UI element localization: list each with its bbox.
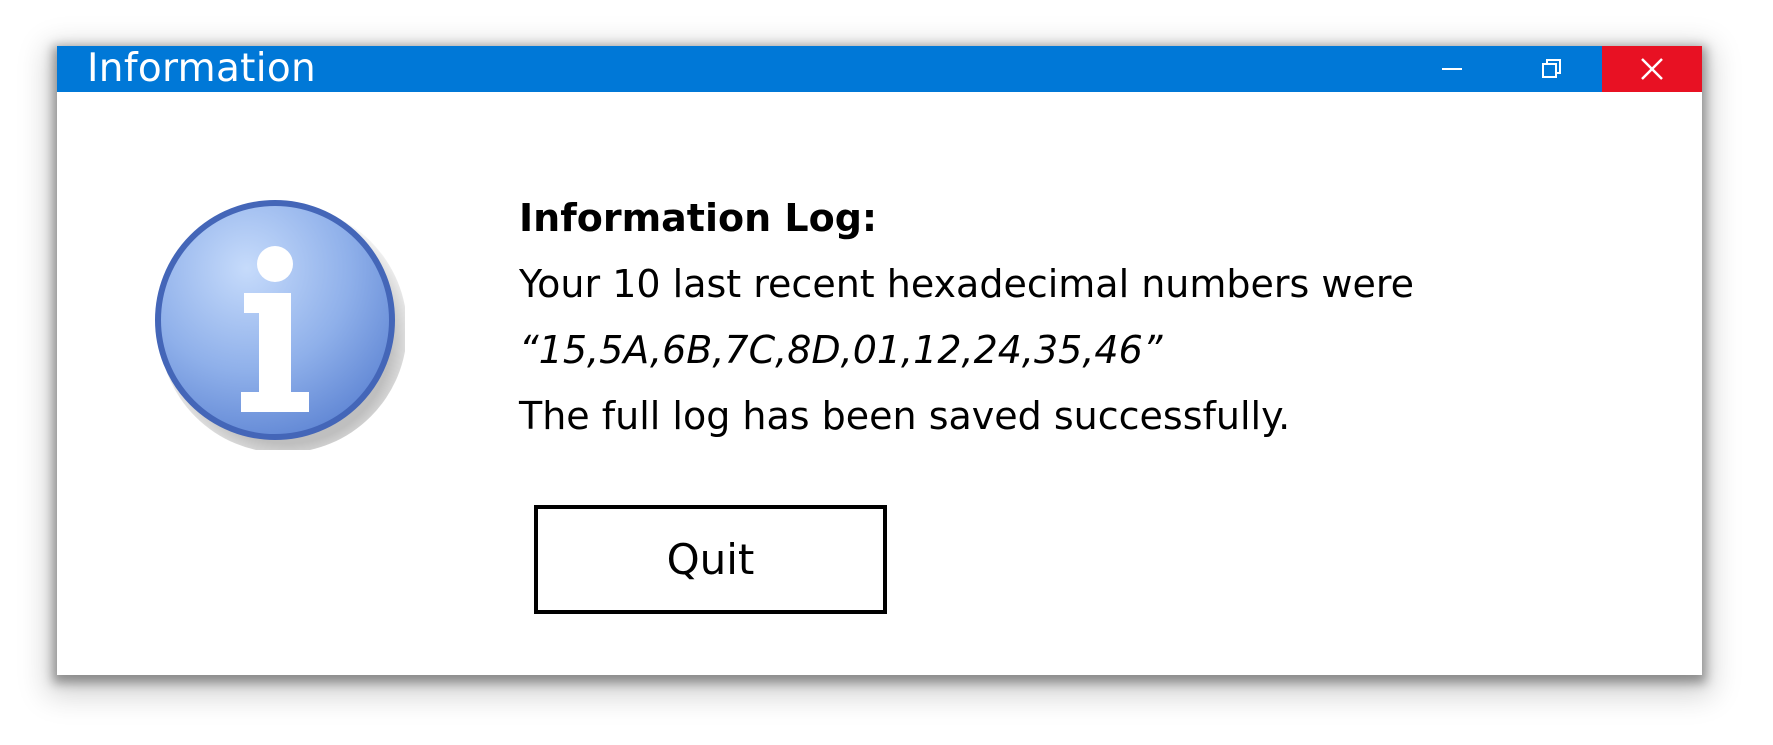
- message-line-1: Your 10 last recent hexadecimal numbers …: [519, 262, 1415, 306]
- minimize-icon: [1442, 68, 1462, 70]
- window-title: Information: [87, 46, 317, 91]
- information-dialog: Information Information Log: Your 10 las…: [57, 46, 1702, 675]
- restore-button[interactable]: [1502, 46, 1602, 92]
- info-icon: [155, 200, 405, 450]
- minimize-button[interactable]: [1402, 46, 1502, 92]
- message-line-3: The full log has been saved successfully…: [519, 394, 1291, 438]
- close-icon: [1641, 58, 1663, 80]
- screen: Information Information Log: Your 10 las…: [0, 0, 1773, 745]
- restore-icon: [1542, 59, 1561, 78]
- message-heading: Information Log:: [519, 196, 878, 240]
- quit-button[interactable]: Quit: [534, 505, 887, 614]
- hex-values: “15,5A,6B,7C,8D,01,12,24,35,46”: [519, 328, 1163, 372]
- close-button[interactable]: [1602, 46, 1702, 92]
- title-bar[interactable]: Information: [57, 46, 1702, 92]
